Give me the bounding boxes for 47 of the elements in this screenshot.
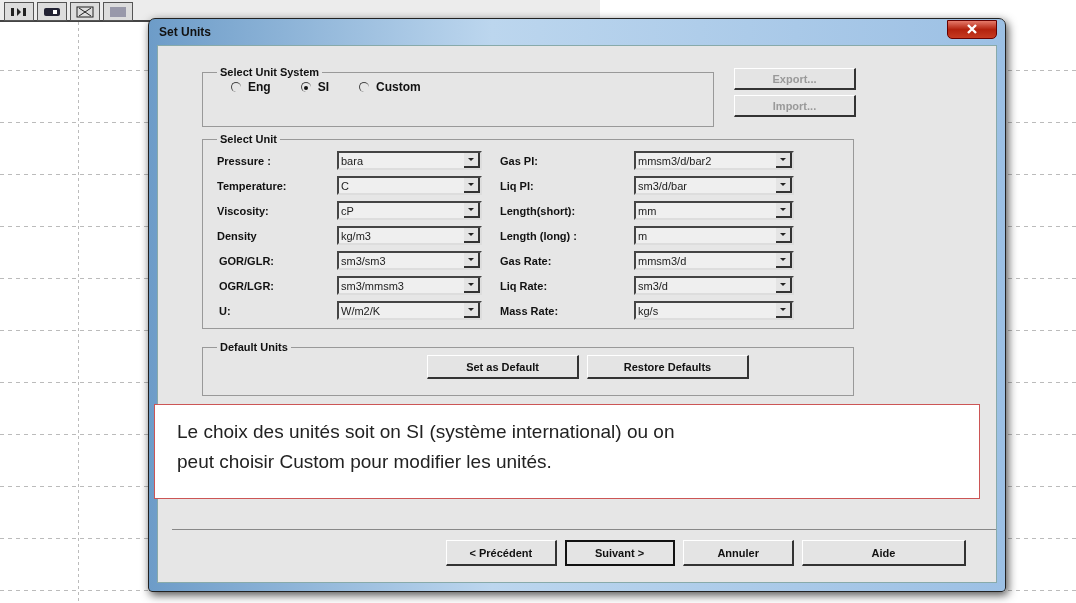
group-title: Select Unit System — [219, 66, 321, 78]
unit-dropdown[interactable]: mmsm3/d — [634, 251, 794, 270]
unit-dropdown[interactable]: bara — [337, 151, 482, 170]
radio-option[interactable]: SI — [300, 80, 329, 118]
group-title: Select Unit — [219, 133, 278, 145]
wizard-button[interactable]: Suivant > — [564, 540, 676, 566]
field-label: Gas Rate: — [500, 254, 553, 267]
window-title: Set Units — [158, 25, 211, 39]
unit-dropdown[interactable]: sm3/mmsm3 — [337, 276, 482, 295]
unit-dropdown[interactable]: kg/m3 — [337, 226, 482, 245]
close-button[interactable] — [947, 19, 997, 39]
field-label: OGR/LGR: — [218, 279, 275, 292]
group-title: Default Units — [219, 341, 289, 353]
close-icon — [966, 24, 978, 34]
unit-dropdown[interactable]: C — [337, 176, 482, 195]
toolbar-icon[interactable] — [4, 2, 34, 21]
field-label: Length(short): — [500, 204, 577, 217]
toolbar-icon[interactable] — [37, 2, 67, 21]
toolbar-icon[interactable] — [70, 2, 100, 21]
wizard-button[interactable]: < Précédent — [446, 540, 557, 566]
field-label: Length (long) : — [500, 229, 578, 242]
unit-dropdown[interactable]: mmsm3/d/bar2 — [634, 151, 794, 170]
unit-dropdown[interactable]: sm3/sm3 — [337, 251, 482, 270]
field-label: Pressure : — [217, 154, 272, 167]
field-label: Gas PI: — [500, 154, 539, 167]
radio-option[interactable]: Eng — [231, 80, 271, 118]
field-label: U: — [218, 304, 232, 317]
default-units-button[interactable]: Set as Default — [427, 355, 579, 379]
wizard-button[interactable]: Annuler — [683, 540, 794, 566]
unit-dropdown[interactable]: sm3/d — [634, 276, 794, 295]
field-label: GOR/GLR: — [218, 254, 275, 267]
field-label: Temperature: — [217, 179, 288, 192]
field-label: Liq Rate: — [500, 279, 549, 292]
unit-dropdown[interactable]: sm3/d/bar — [634, 176, 794, 195]
field-label: Viscosity: — [217, 204, 270, 217]
unit-dropdown[interactable]: W/m2/K — [337, 301, 482, 320]
field-label: Liq PI: — [500, 179, 535, 192]
field-label: Density — [217, 229, 258, 242]
unit-dropdown[interactable]: mm — [634, 201, 794, 220]
unit-dropdown[interactable]: cP — [337, 201, 482, 220]
note-text: Le choix des unités soit on SI (système international) ou on peut choisir Custom pour modifier les unités. — [177, 420, 676, 474]
default-units-button[interactable]: Restore Defaults — [587, 355, 749, 379]
field-label: Mass Rate: — [500, 304, 560, 317]
wizard-button[interactable]: Aide — [802, 540, 966, 566]
unit-dropdown[interactable]: kg/s — [634, 301, 794, 320]
unit-dropdown[interactable]: m — [634, 226, 794, 245]
radio-option[interactable]: Custom — [359, 80, 421, 118]
